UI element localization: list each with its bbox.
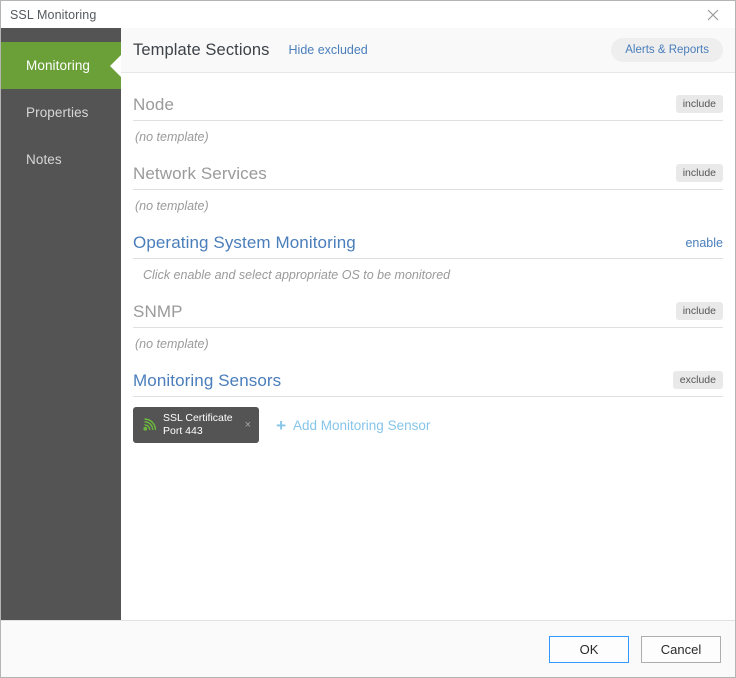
section-header: Node include	[133, 87, 723, 121]
sidebar: Monitoring Properties Notes	[1, 28, 121, 620]
cancel-button[interactable]: Cancel	[641, 635, 721, 663]
hide-excluded-link[interactable]: Hide excluded	[289, 43, 368, 57]
window-title: SSL Monitoring	[10, 7, 97, 22]
section-title: SNMP	[133, 301, 183, 321]
section-header: Operating System Monitoring enable	[133, 225, 723, 259]
section-enable-link[interactable]: enable	[685, 236, 723, 250]
add-monitoring-sensor-button[interactable]: + Add Monitoring Sensor	[276, 417, 430, 434]
section-title: Node	[133, 94, 175, 114]
section-exclude-badge[interactable]: exclude	[672, 370, 723, 389]
alerts-and-reports-button[interactable]: Alerts & Reports	[611, 37, 723, 63]
section-note: (no template)	[135, 130, 209, 144]
content-header: Template Sections Hide excluded Alerts &…	[121, 28, 735, 73]
section-include-badge[interactable]: include	[675, 163, 723, 182]
sensor-chip-labels: SSL Certificate Port 443	[163, 412, 233, 438]
section-monitoring-sensors: Monitoring Sensors exclude SSL Certifica…	[133, 363, 723, 443]
page-title: Template Sections	[133, 40, 270, 59]
signal-waves-icon	[141, 417, 158, 433]
active-pointer-icon	[110, 54, 121, 77]
section-include-badge[interactable]: include	[675, 301, 723, 320]
dialog-window: SSL Monitoring Monitoring Properties Not…	[0, 0, 736, 678]
section-operating-system-monitoring: Operating System Monitoring enable Click…	[133, 225, 723, 291]
section-title[interactable]: Monitoring Sensors	[133, 371, 281, 391]
sidebar-item-monitoring[interactable]: Monitoring	[1, 42, 121, 89]
sensor-name: SSL Certificate	[163, 411, 233, 424]
section-note: Click enable and select appropriate OS t…	[143, 268, 451, 282]
section-node: Node include (no template)	[133, 87, 723, 153]
sensor-port: Port 443	[163, 425, 203, 437]
section-header: Network Services include	[133, 156, 723, 190]
sensor-chip-ssl-certificate[interactable]: SSL Certificate Port 443 ×	[133, 407, 260, 443]
ok-button[interactable]: OK	[549, 635, 629, 663]
section-note: (no template)	[135, 337, 209, 351]
sidebar-item-notes[interactable]: Notes	[1, 136, 121, 183]
dialog-body: Monitoring Properties Notes Template Sec…	[1, 28, 735, 620]
section-network-services: Network Services include (no template)	[133, 156, 723, 222]
sensor-row: SSL Certificate Port 443 × + Add Monitor…	[133, 397, 723, 443]
sidebar-item-properties[interactable]: Properties	[1, 89, 121, 136]
sidebar-item-label: Properties	[26, 105, 89, 120]
title-bar: SSL Monitoring	[1, 1, 735, 28]
section-snmp: SNMP include (no template)	[133, 294, 723, 360]
sidebar-item-label: Monitoring	[26, 58, 91, 73]
close-icon[interactable]	[691, 1, 735, 28]
content-pane: Template Sections Hide excluded Alerts &…	[121, 28, 735, 620]
sidebar-item-label: Notes	[26, 152, 62, 167]
section-note: (no template)	[135, 199, 209, 213]
section-header: Monitoring Sensors exclude	[133, 363, 723, 397]
section-include-badge[interactable]: include	[675, 94, 723, 113]
section-title: Network Services	[133, 163, 267, 183]
template-sections-list: Node include (no template) Network Servi…	[121, 73, 735, 620]
plus-icon: +	[276, 415, 287, 435]
add-monitoring-sensor-label: Add Monitoring Sensor	[293, 417, 431, 433]
section-title[interactable]: Operating System Monitoring	[133, 233, 356, 253]
dialog-footer: OK Cancel	[1, 620, 735, 677]
sensor-remove-icon[interactable]: ×	[241, 419, 255, 431]
section-header: SNMP include	[133, 294, 723, 328]
